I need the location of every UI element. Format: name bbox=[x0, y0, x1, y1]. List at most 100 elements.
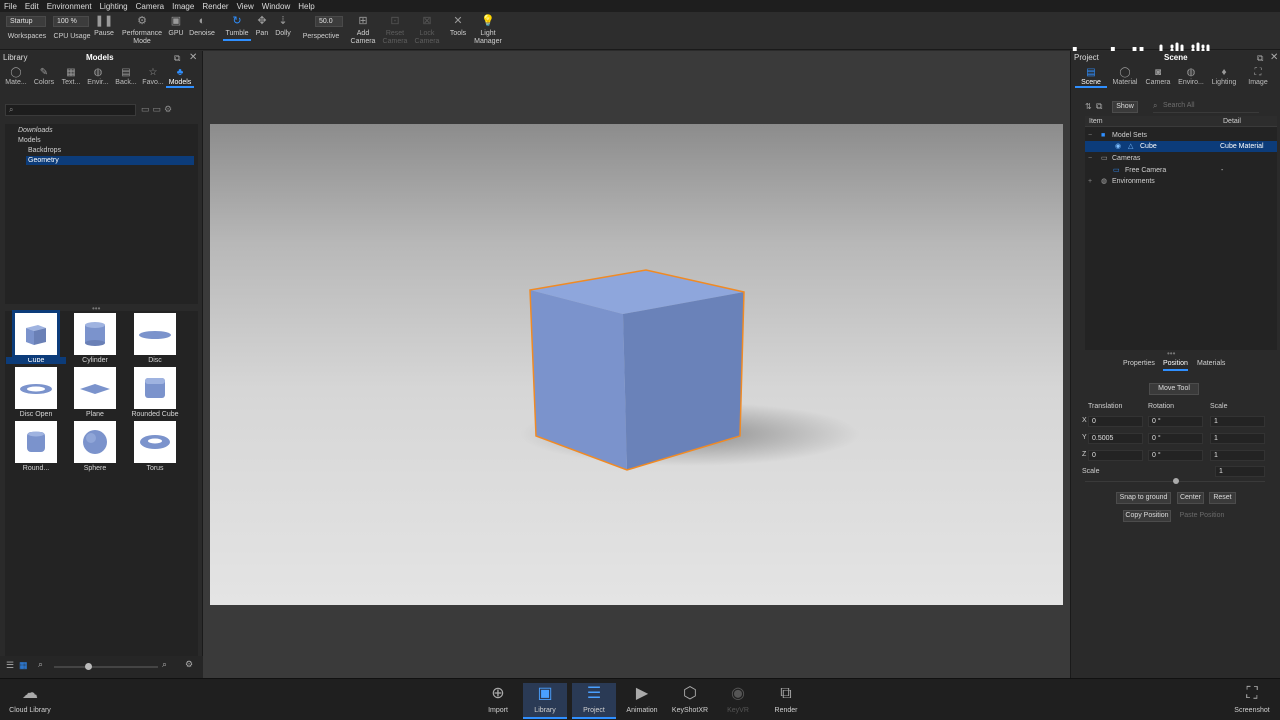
translation-x-input[interactable]: 0 bbox=[1088, 416, 1143, 427]
collapse-icon[interactable]: − bbox=[1088, 153, 1092, 164]
zoom-in-icon[interactable]: ⌕ bbox=[162, 659, 167, 670]
screenshot-button[interactable]: ⛶ Screenshot bbox=[1230, 683, 1274, 719]
zoom-out-icon[interactable]: ⌕ bbox=[38, 659, 43, 670]
tab-camera[interactable]: ◙ Camera bbox=[1142, 67, 1174, 86]
center-button[interactable]: Center bbox=[1177, 492, 1204, 504]
folder-actions[interactable]: ▭▭⚙ bbox=[141, 104, 175, 115]
tree-models[interactable]: Models bbox=[18, 136, 41, 145]
add-camera-button[interactable]: ⊞ Add Camera bbox=[350, 14, 376, 46]
menu-file[interactable]: File bbox=[4, 2, 17, 11]
pan-button[interactable]: ✥ Pan bbox=[252, 14, 272, 38]
thumbnail-disc-open[interactable]: Disc Open bbox=[6, 367, 66, 418]
translation-y-input[interactable]: 0.5005 bbox=[1088, 433, 1143, 444]
dolly-button[interactable]: ⇣ Dolly bbox=[273, 14, 293, 38]
denoise-button[interactable]: ◐ Denoise bbox=[188, 14, 216, 38]
row-cube[interactable]: ◉ △ Cube Cube Material bbox=[1085, 141, 1277, 152]
tab-environment[interactable]: ◍ Enviro... bbox=[1175, 67, 1207, 86]
library-settings-icon[interactable]: ⚙ bbox=[185, 659, 193, 670]
fov-field[interactable]: 50.0 bbox=[315, 16, 343, 27]
workspace-select[interactable]: Startup bbox=[6, 16, 46, 27]
menu-environment[interactable]: Environment bbox=[47, 2, 92, 11]
tab-models[interactable]: ♣ Models bbox=[166, 67, 194, 88]
rotation-z-input[interactable]: 0 ° bbox=[1148, 450, 1203, 461]
cloud-library-button[interactable]: ☁ Cloud Library bbox=[8, 683, 52, 719]
rotation-x-input[interactable]: 0 ° bbox=[1148, 416, 1203, 427]
undock-icon[interactable]: ⧉ bbox=[174, 53, 180, 64]
render-viewport[interactable] bbox=[203, 51, 1070, 678]
gpu-button[interactable]: ▣ GPU bbox=[166, 14, 186, 38]
menu-lighting[interactable]: Lighting bbox=[100, 2, 128, 11]
tab-favorites[interactable]: ☆ Favo... bbox=[139, 67, 167, 86]
reset-button[interactable]: Reset bbox=[1209, 492, 1236, 504]
paste-position-button[interactable]: Paste Position bbox=[1177, 510, 1227, 522]
expand-icon[interactable]: + bbox=[1088, 176, 1092, 187]
move-tool-button[interactable]: Move Tool bbox=[1149, 383, 1199, 395]
thumbnail-sphere[interactable]: Sphere bbox=[65, 421, 125, 472]
scene-search-input[interactable]: ⌕ Search All bbox=[1153, 101, 1259, 113]
tab-materials[interactable]: ◯ Mate... bbox=[2, 67, 30, 86]
layers-icon[interactable]: ⧉ bbox=[1096, 101, 1102, 112]
subtab-materials[interactable]: Materials bbox=[1197, 360, 1225, 367]
pause-button[interactable]: ❚❚ Pause bbox=[92, 14, 116, 38]
subtab-position[interactable]: Position bbox=[1163, 360, 1188, 371]
tab-colors[interactable]: ✎ Colors bbox=[30, 67, 58, 86]
close-icon[interactable]: ✕ bbox=[1270, 52, 1278, 63]
menu-camera[interactable]: Camera bbox=[136, 2, 164, 11]
list-view-icon[interactable]: ☰ bbox=[6, 660, 14, 671]
subtab-properties[interactable]: Properties bbox=[1123, 360, 1155, 367]
cpu-usage-field[interactable]: 100 % bbox=[53, 16, 89, 27]
animation-button[interactable]: ▶ Animation bbox=[620, 683, 664, 719]
tree-downloads[interactable]: Downloads bbox=[18, 126, 53, 135]
tab-material[interactable]: ◯ Material bbox=[1109, 67, 1141, 86]
menu-render[interactable]: Render bbox=[202, 2, 228, 11]
thumbnail-cylinder[interactable]: Cylinder bbox=[65, 313, 125, 364]
thumbnail-rounded-cylinder[interactable]: Round... bbox=[6, 421, 66, 472]
row-environments[interactable]: + ◍ Environments bbox=[1085, 176, 1277, 187]
grid-view-icon[interactable]: ▦ bbox=[19, 660, 28, 671]
menu-image[interactable]: Image bbox=[172, 2, 194, 11]
tree-backdrops[interactable]: Backdrops bbox=[28, 146, 61, 155]
tumble-button[interactable]: ↻ Tumble bbox=[223, 14, 251, 41]
tab-environments[interactable]: ◍ Envir... bbox=[84, 67, 112, 86]
slider-handle[interactable] bbox=[1173, 478, 1179, 484]
row-free-camera[interactable]: ▭ Free Camera - bbox=[1085, 165, 1277, 176]
tab-image[interactable]: ⛶ Image bbox=[1242, 67, 1274, 86]
filter-icon[interactable]: ⇅ bbox=[1085, 102, 1092, 111]
lock-camera-button[interactable]: ⊠ Lock Camera bbox=[414, 14, 440, 46]
project-button[interactable]: ☰ Project bbox=[572, 683, 616, 719]
render-button[interactable]: ⧉ Render bbox=[764, 683, 808, 719]
menu-view[interactable]: View bbox=[237, 2, 254, 11]
tab-lighting[interactable]: ♦ Lighting bbox=[1208, 67, 1240, 86]
tree-geometry[interactable]: Geometry bbox=[26, 156, 194, 165]
slider-handle[interactable] bbox=[85, 663, 92, 670]
performance-mode-button[interactable]: ⚙ Performance Mode bbox=[119, 14, 165, 46]
keyshotxr-button[interactable]: ⬡ KeyShotXR bbox=[668, 683, 712, 719]
close-icon[interactable]: ✕ bbox=[189, 52, 197, 63]
library-button[interactable]: ▣ Library bbox=[523, 683, 567, 719]
menu-edit[interactable]: Edit bbox=[25, 2, 39, 11]
show-button[interactable]: Show bbox=[1112, 101, 1138, 113]
thumbnail-rounded-cube[interactable]: Rounded Cube bbox=[125, 367, 185, 418]
keyvr-button[interactable]: ◉ KeyVR bbox=[716, 683, 760, 719]
thumbnail-plane[interactable]: Plane bbox=[65, 367, 125, 418]
row-cameras[interactable]: − ▭ Cameras bbox=[1085, 153, 1277, 164]
thumbnail-disc[interactable]: Disc bbox=[125, 313, 185, 364]
translation-z-input[interactable]: 0 bbox=[1088, 450, 1143, 461]
undock-icon[interactable]: ⧉ bbox=[1257, 53, 1263, 64]
rotation-y-input[interactable]: 0 ° bbox=[1148, 433, 1203, 444]
visibility-eye-icon[interactable]: ◉ bbox=[1115, 141, 1121, 152]
reset-camera-button[interactable]: ⊡ Reset Camera bbox=[382, 14, 408, 46]
tools-button[interactable]: ✕ Tools bbox=[447, 14, 469, 38]
scale-x-input[interactable]: 1 bbox=[1210, 416, 1265, 427]
copy-position-button[interactable]: Copy Position bbox=[1123, 510, 1171, 522]
scale-z-input[interactable]: 1 bbox=[1210, 450, 1265, 461]
menu-help[interactable]: Help bbox=[298, 2, 314, 11]
import-button[interactable]: ⊕ Import bbox=[476, 683, 520, 719]
thumbnail-size-slider[interactable] bbox=[54, 666, 158, 668]
splitter-handle[interactable]: ••• bbox=[1167, 349, 1175, 358]
perspective-label[interactable]: Perspective bbox=[300, 33, 342, 41]
snap-to-ground-button[interactable]: Snap to ground bbox=[1116, 492, 1171, 504]
row-model-sets[interactable]: − ■ Model Sets bbox=[1085, 130, 1277, 141]
tab-backplates[interactable]: ▤ Back... bbox=[112, 67, 140, 86]
uniform-scale-input[interactable]: 1 bbox=[1215, 466, 1265, 477]
